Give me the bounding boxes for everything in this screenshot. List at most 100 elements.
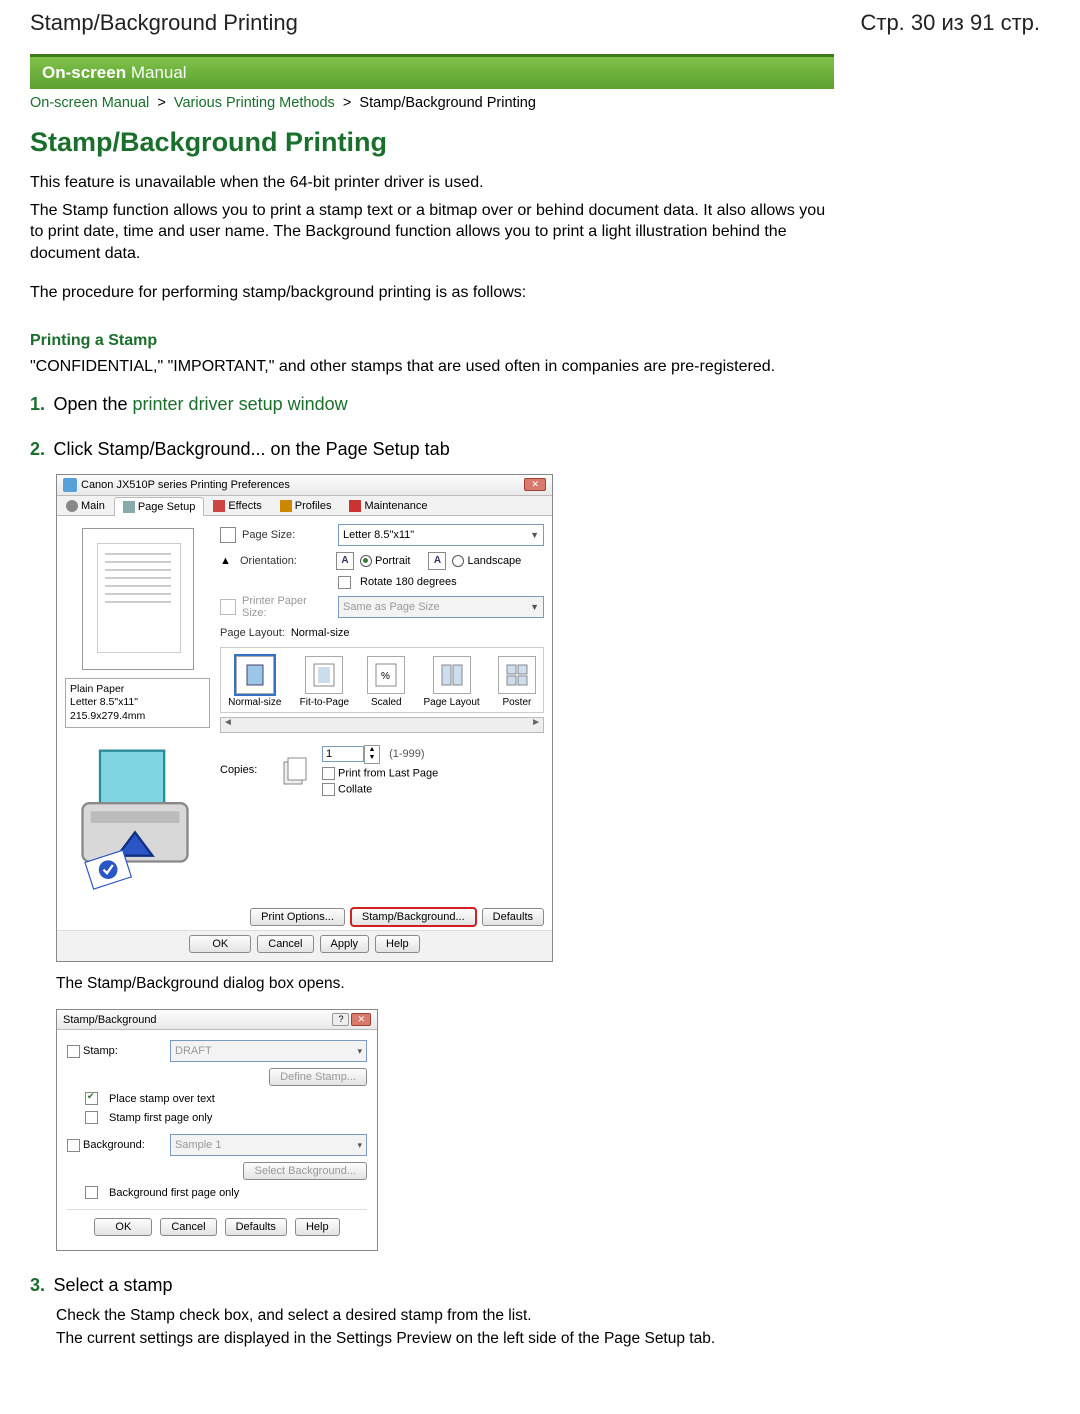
collate-checkbox[interactable] <box>322 783 335 796</box>
printer-paper-icon <box>220 599 236 615</box>
breadcrumb-current: Stamp/Background Printing <box>359 95 536 111</box>
doc-header-left: Stamp/Background Printing <box>30 10 298 36</box>
chevron-down-icon: ▾ <box>357 1046 362 1057</box>
breadcrumb: On-screen Manual > Various Printing Meth… <box>30 95 830 111</box>
step-1-number: 1. <box>30 394 45 414</box>
page-title: Stamp/Background Printing <box>30 127 830 158</box>
radio-landscape[interactable]: Landscape <box>452 555 521 567</box>
stamp-first-page-checkbox[interactable] <box>85 1111 98 1124</box>
layout-scaled[interactable]: %Scaled <box>367 656 405 708</box>
tab-maint-icon <box>349 500 361 512</box>
printer-paper-label: Printer Paper Size: <box>242 595 332 619</box>
printer-paper-select: Same as Page Size▼ <box>338 596 544 618</box>
step-3-number: 3. <box>30 1275 45 1295</box>
printer-driver-link[interactable]: printer driver setup window <box>133 394 348 414</box>
layout-fit[interactable]: Fit-to-Page <box>300 656 349 708</box>
breadcrumb-link-2[interactable]: Various Printing Methods <box>174 95 335 111</box>
intro-2: The Stamp function allows you to print a… <box>30 200 830 265</box>
stamp-checkbox[interactable] <box>67 1045 80 1058</box>
chevron-down-icon: ▼ <box>530 602 539 612</box>
defaults-button[interactable]: Defaults <box>225 1218 287 1236</box>
rotate-180-label: Rotate 180 degrees <box>360 576 457 588</box>
copies-spinner[interactable]: ▲▼ <box>322 745 380 764</box>
cancel-button[interactable]: Cancel <box>257 935 313 953</box>
tab-main[interactable]: Main <box>57 496 114 515</box>
orientation-icon: ▲ <box>220 555 234 567</box>
place-over-text-checkbox[interactable] <box>85 1092 98 1105</box>
tab-effects[interactable]: Effects <box>204 496 270 515</box>
step-3-sub1: Check the Stamp check box, and select a … <box>56 1306 830 1327</box>
copies-input[interactable] <box>322 746 364 762</box>
dialog1-title: Canon JX510P series Printing Preferences <box>81 478 290 490</box>
section-printing-stamp: Printing a Stamp <box>30 332 830 350</box>
stamp-background-dialog: Stamp/Background ? ✕ Stamp: DRAFT▾ Defin… <box>56 1009 378 1251</box>
layout-options: Normal-size Fit-to-Page %Scaled Page Lay… <box>220 647 544 713</box>
svg-text:%: % <box>381 671 390 682</box>
close-icon[interactable]: ✕ <box>524 478 546 491</box>
chevron-down-icon: ▼ <box>530 530 539 540</box>
window-icon <box>63 478 77 492</box>
tab-effects-icon <box>213 500 225 512</box>
step-3-sub2: The current settings are displayed in th… <box>56 1329 830 1350</box>
background-checkbox[interactable] <box>67 1139 80 1152</box>
tab-profiles-icon <box>280 500 292 512</box>
define-stamp-button[interactable]: Define Stamp... <box>269 1068 367 1086</box>
tab-profiles[interactable]: Profiles <box>271 496 341 515</box>
ok-button[interactable]: OK <box>94 1218 152 1236</box>
printing-preferences-dialog: Canon JX510P series Printing Preferences… <box>56 474 553 963</box>
doc-header-right: Стр. 30 из 91 стр. <box>860 10 1040 36</box>
close-icon[interactable]: ✕ <box>351 1013 371 1026</box>
print-options-button[interactable]: Print Options... <box>250 908 345 926</box>
tab-main-icon <box>66 500 78 512</box>
orientation-label: Orientation: <box>240 555 330 567</box>
stamp-select[interactable]: DRAFT▾ <box>170 1040 367 1062</box>
step-2-number: 2. <box>30 439 45 459</box>
copies-label: Copies: <box>220 764 270 776</box>
intro-1: This feature is unavailable when the 64-… <box>30 172 830 194</box>
stamp-background-button[interactable]: Stamp/Background... <box>351 908 476 926</box>
manual-banner: On-screen Manual <box>30 54 834 89</box>
dialog2-title: Stamp/Background <box>63 1014 157 1026</box>
layout-normal[interactable]: Normal-size <box>228 656 281 708</box>
page-size-select[interactable]: Letter 8.5"x11"▼ <box>338 524 544 546</box>
tab-maintenance[interactable]: Maintenance <box>340 496 436 515</box>
copies-range: (1-999) <box>389 748 424 760</box>
step-1-text-pre: Open the <box>53 394 132 414</box>
apply-button[interactable]: Apply <box>320 935 370 953</box>
step-3-text: Select a stamp <box>53 1275 172 1295</box>
intro-3: The procedure for performing stamp/backg… <box>30 282 830 304</box>
tab-page-setup[interactable]: Page Setup <box>114 497 205 516</box>
paper-info: Plain Paper Letter 8.5"x11" 215.9x279.4m… <box>65 678 210 729</box>
cancel-button[interactable]: Cancel <box>160 1218 216 1236</box>
help-button[interactable]: Help <box>375 935 420 953</box>
layout-scrollbar[interactable] <box>220 717 544 733</box>
chevron-down-icon: ▾ <box>357 1140 362 1151</box>
page-size-icon <box>220 527 236 543</box>
select-background-button[interactable]: Select Background... <box>243 1162 367 1180</box>
breadcrumb-link-1[interactable]: On-screen Manual <box>30 95 149 111</box>
rotate-180-checkbox[interactable] <box>338 576 351 589</box>
tab-page-icon <box>123 501 135 513</box>
printer-illustration <box>65 734 205 894</box>
ok-button[interactable]: OK <box>189 935 251 953</box>
background-select[interactable]: Sample 1▾ <box>170 1134 367 1156</box>
page-layout-label: Page Layout: <box>220 627 285 639</box>
portrait-icon: A <box>336 552 354 570</box>
page-layout-value: Normal-size <box>291 627 350 639</box>
section-1-text: "CONFIDENTIAL," "IMPORTANT," and other s… <box>30 356 830 378</box>
layout-poster[interactable]: Poster <box>498 656 536 708</box>
page-size-label: Page Size: <box>242 529 332 541</box>
step-2-after: The Stamp/Background dialog box opens. <box>56 974 830 995</box>
print-last-checkbox[interactable] <box>322 767 335 780</box>
radio-portrait[interactable]: Portrait <box>360 555 410 567</box>
layout-page[interactable]: Page Layout <box>424 656 480 708</box>
landscape-icon: A <box>428 552 446 570</box>
step-2-text: Click Stamp/Background... on the Page Se… <box>53 439 449 459</box>
dialog1-tabs: Main Page Setup Effects Profiles Mainten… <box>57 496 552 516</box>
copies-icon <box>278 752 314 788</box>
settings-preview <box>82 528 194 670</box>
defaults-button[interactable]: Defaults <box>482 908 544 926</box>
background-first-page-checkbox[interactable] <box>85 1186 98 1199</box>
help-icon[interactable]: ? <box>332 1013 349 1026</box>
help-button[interactable]: Help <box>295 1218 340 1236</box>
